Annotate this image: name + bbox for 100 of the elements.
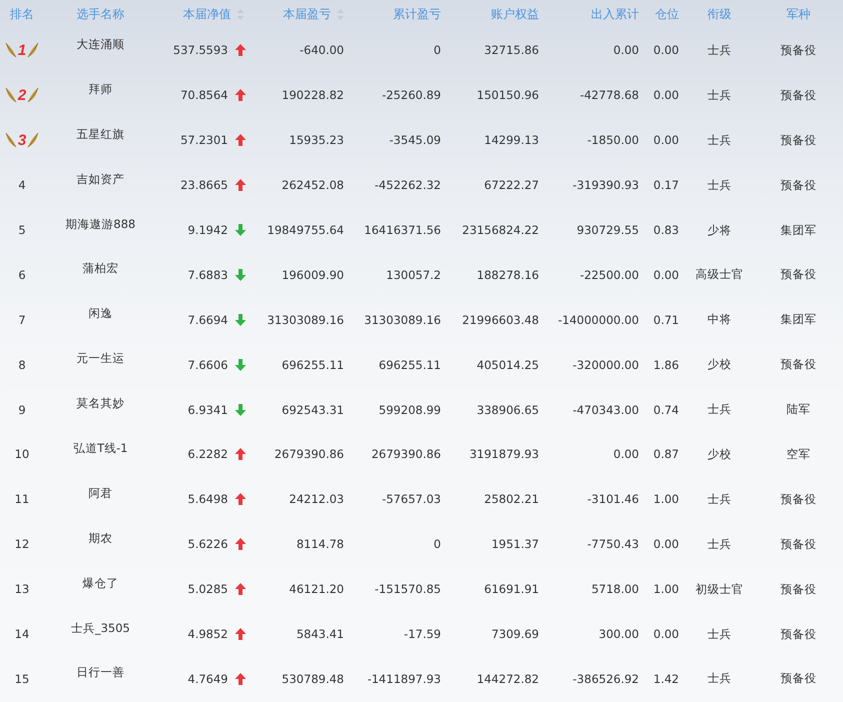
- table-cell: 0.00: [653, 627, 679, 642]
- table-cell: 25802.21: [484, 492, 539, 506]
- table-cell: 士兵: [708, 536, 732, 552]
- table-cell: 预备役: [780, 42, 816, 58]
- table-cell: 2679390.86: [371, 447, 441, 462]
- table-cell: 61691.91: [484, 582, 539, 596]
- laurel-icon: [4, 87, 17, 104]
- table-cell: 7309.69: [491, 627, 539, 642]
- table-cell: 599208.99: [378, 402, 441, 417]
- table-cell: 预备役: [780, 132, 816, 148]
- player-name: 元一生运: [76, 351, 124, 366]
- rank-number: 9: [18, 402, 26, 417]
- column-header: 仓位: [655, 6, 679, 22]
- player-name: 阿君: [88, 486, 112, 501]
- table-cell: -42778.68: [580, 88, 639, 102]
- column-header: 出入累计: [591, 6, 639, 22]
- laurel-icon: [27, 42, 40, 58]
- table-cell: 405014.25: [476, 358, 539, 372]
- table-cell: 0.17: [653, 178, 679, 192]
- table-cell: 1.00: [653, 492, 679, 506]
- net-value: 5.6498: [188, 492, 228, 506]
- table-cell: 士兵: [708, 178, 732, 193]
- net-value: 5.6226: [188, 537, 228, 552]
- table-cell: 21996603.48: [462, 312, 539, 327]
- net-value: 4.7649: [188, 672, 228, 686]
- table-cell: 31303089.16: [267, 312, 344, 327]
- rank-number: 4: [18, 178, 26, 192]
- net-value: 9.1942: [188, 223, 228, 237]
- table-cell: -1850.00: [587, 133, 639, 148]
- table-cell: 188278.16: [476, 268, 539, 282]
- table-cell: 8114.78: [296, 537, 344, 552]
- column-header[interactable]: 本届净值: [183, 6, 231, 22]
- table-cell: 2679390.86: [274, 447, 344, 462]
- table-cell: 5718.00: [591, 582, 639, 596]
- table-cell: 31303089.16: [364, 312, 441, 327]
- column-header: 军种: [786, 6, 810, 22]
- table-cell: 预备役: [780, 626, 816, 642]
- player-name: 吉如资产: [76, 172, 124, 187]
- table-cell: 196009.90: [282, 268, 344, 282]
- rank-number: 11: [14, 492, 30, 506]
- table-cell: 150150.96: [476, 88, 539, 102]
- net-value: 7.6606: [188, 358, 228, 372]
- table-cell: 1951.37: [491, 537, 539, 552]
- table-cell: 190228.82: [282, 88, 344, 102]
- table-cell: 16416371.56: [364, 223, 441, 237]
- table-cell: 15935.23: [289, 133, 344, 148]
- table-cell: 0.71: [653, 312, 679, 327]
- table-cell: 0: [434, 537, 441, 552]
- table-cell: 338906.65: [476, 402, 539, 417]
- laurel-icon: [4, 132, 17, 148]
- table-cell: -470343.00: [572, 402, 639, 417]
- table-cell: 3191879.93: [469, 447, 539, 462]
- net-value: 7.6883: [188, 268, 228, 282]
- table-cell: 19849755.64: [267, 223, 344, 237]
- table-cell: 144272.82: [476, 672, 539, 686]
- player-name: 士兵_3505: [70, 620, 130, 636]
- table-cell: 中将: [708, 312, 732, 328]
- table-cell: 32715.86: [484, 43, 539, 58]
- table-cell: 少校: [708, 357, 732, 372]
- rank-number: 3: [18, 132, 26, 149]
- net-value: 7.6694: [188, 312, 228, 327]
- laurel-icon: [27, 132, 40, 148]
- table-cell: 1.00: [653, 582, 679, 596]
- column-header[interactable]: 本届盈亏: [283, 6, 331, 22]
- net-value: 6.2282: [188, 447, 228, 462]
- player-name: 爆仓了: [82, 576, 118, 591]
- player-name: 期海遨游888: [66, 216, 136, 232]
- table-cell: -25260.89: [382, 88, 441, 102]
- table-cell: -57657.03: [382, 492, 441, 506]
- net-value: 4.9852: [188, 627, 228, 642]
- table-cell: 少将: [708, 222, 732, 238]
- net-value: 70.8564: [180, 88, 228, 102]
- table-cell: 530789.48: [282, 672, 344, 686]
- table-cell: 300.00: [598, 627, 639, 642]
- table-cell: 1.42: [653, 672, 679, 686]
- table-cell: 预备役: [780, 536, 816, 552]
- player-name: 五星红旗: [76, 126, 124, 142]
- table-cell: 130057.2: [386, 268, 441, 282]
- rank-number: 7: [18, 312, 26, 327]
- table-cell: 预备役: [780, 267, 816, 282]
- player-name: 日行一善: [76, 665, 124, 680]
- table-cell: -320000.00: [572, 358, 639, 372]
- table-cell: 0.83: [653, 223, 679, 237]
- table-cell: 士兵: [708, 492, 732, 507]
- table-cell: -151570.85: [374, 582, 441, 596]
- net-value: 6.9341: [188, 402, 228, 417]
- table-cell: 空军: [786, 446, 810, 462]
- player-name: 闲逸: [88, 306, 112, 322]
- rank-number: 6: [18, 268, 26, 282]
- table-cell: 预备役: [780, 357, 816, 372]
- rank-number: 10: [14, 447, 30, 462]
- column-header: 衔级: [708, 6, 732, 22]
- player-name: 大连涌顺: [76, 36, 124, 52]
- column-header: 账户权益: [491, 6, 539, 22]
- rank-number: 14: [14, 627, 30, 642]
- table-cell: 24212.03: [289, 492, 344, 506]
- column-header: 选手名称: [76, 6, 124, 22]
- rank-number: 8: [18, 358, 26, 372]
- table-cell: -22500.00: [580, 268, 639, 282]
- table-cell: -17.59: [404, 627, 441, 642]
